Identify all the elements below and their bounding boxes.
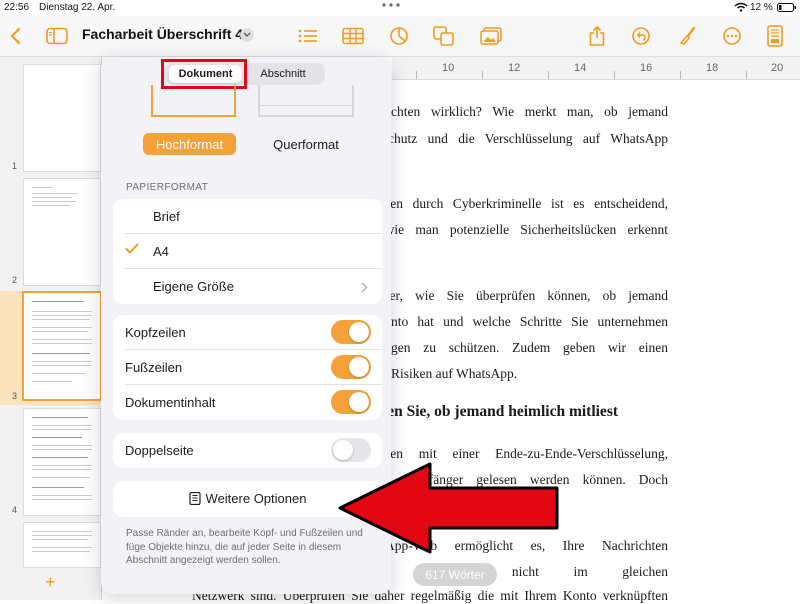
document-text-line[interactable]: enschutz und die Verschlüsselung auf Wha…: [370, 131, 668, 147]
document-icon: [188, 491, 201, 506]
paper-option-brief[interactable]: Brief: [113, 199, 382, 234]
paper-option-label: A4: [153, 244, 169, 259]
battery-icon: [777, 3, 797, 15]
ruler-tick-label: 12: [508, 62, 521, 74]
battery-percent: 12 %: [750, 2, 773, 13]
page-thumbnail[interactable]: [24, 293, 100, 399]
document-text-line[interactable]: -Konto hat und welche Schritte Sie unter…: [370, 314, 668, 330]
dokumentinhalt-switch[interactable]: [331, 390, 371, 414]
add-page-button[interactable]: +: [45, 572, 56, 593]
toggle-row-dokumentinhalt: Dokumentinhalt: [113, 385, 382, 420]
doppelseite-switch[interactable]: [331, 438, 371, 462]
portrait-button[interactable]: Hochformat: [143, 133, 236, 155]
header-footer-toggles: Kopfzeilen Fußzeilen Dokumentinhalt: [113, 315, 382, 420]
media-icon[interactable]: [477, 22, 505, 50]
page-number: 4: [12, 505, 18, 515]
page-thumbnails-sidebar: 1 2 3 4 +: [0, 57, 102, 600]
undo-icon[interactable]: [627, 22, 655, 50]
toggle-label: Doppelseite: [125, 443, 194, 458]
shapes-icon[interactable]: [430, 22, 458, 50]
status-time: 22:56: [4, 2, 30, 13]
chevron-right-icon: [361, 281, 368, 296]
landscape-preview[interactable]: [258, 85, 354, 117]
toggle-row-kopfzeilen: Kopfzeilen: [113, 315, 382, 350]
ruler-tick-label: 18: [706, 62, 719, 74]
document-text-line[interactable]: chrichten wirklich? Wie merkt man, ob je…: [370, 104, 668, 120]
ruler: 10 12 14 16 18 20: [392, 57, 800, 80]
share-icon[interactable]: [583, 22, 611, 50]
word-count-badge[interactable]: 617 Wörter: [413, 563, 497, 586]
document-text-line[interactable]: daher, wie Sie überprüfen können, ob jem…: [370, 288, 668, 304]
document-heading[interactable]: nnen Sie, ob jemand heimlich mitliest: [370, 403, 668, 421]
kopfzeilen-switch[interactable]: [331, 320, 371, 344]
list-icon[interactable]: [294, 22, 322, 50]
more-icon[interactable]: [718, 22, 746, 50]
page-thumbnail[interactable]: [24, 523, 100, 567]
paper-format-list: Brief A4 Eigene Größe: [113, 199, 382, 304]
checkmark-icon: [125, 243, 139, 258]
toggle-label: Kopfzeilen: [125, 325, 186, 340]
document-text-line[interactable]: ltungen zu schützen. Zudem geben wir ein…: [370, 340, 668, 356]
toggle-label: Fußzeilen: [125, 360, 183, 375]
toggle-label: Dokumentinhalt: [125, 395, 216, 410]
document-setup-icon[interactable]: [761, 22, 789, 50]
sidebar-icon[interactable]: [43, 22, 71, 50]
title-chevron-icon[interactable]: [240, 28, 254, 42]
toggle-row-fusszeilen: Fußzeilen: [113, 350, 382, 385]
page-number: 2: [12, 275, 18, 285]
back-chevron-icon[interactable]: [2, 22, 30, 50]
landscape-button[interactable]: Querformat: [259, 133, 353, 155]
ruler-tick-label: 10: [442, 62, 455, 74]
paper-option-label: Eigene Größe: [153, 279, 234, 294]
page-thumbnail[interactable]: [24, 65, 100, 171]
toolbar: Facharbeit Überschrift 4: [0, 16, 800, 57]
paper-option-a4[interactable]: A4: [113, 234, 382, 269]
status-bar: 22:56 Dienstag 22. Apr. 12 %: [0, 0, 800, 16]
document-title[interactable]: Facharbeit Überschrift 4: [82, 26, 243, 42]
ruler-tick-label: 16: [640, 62, 653, 74]
document-text-line[interactable]: ungen durch Cyberkriminelle ist es entsc…: [370, 196, 668, 212]
tab-abschnitt[interactable]: Abschnitt: [244, 65, 322, 83]
paper-format-label: PAPIERFORMAT: [126, 182, 209, 193]
document-text-line[interactable]: , wie man potenzielle Sicherheitslücken …: [370, 222, 668, 238]
paintbrush-icon[interactable]: [673, 22, 701, 50]
table-icon[interactable]: [339, 22, 367, 50]
multitask-dots-icon[interactable]: [380, 0, 402, 13]
wifi-icon: [734, 2, 748, 15]
document-text-line[interactable]: ichten mit einer Ende-zu-Ende-Verschlüss…: [370, 446, 668, 462]
annotation-arrow-icon: [338, 462, 559, 554]
paper-option-label: Brief: [153, 209, 180, 224]
page-number: 1: [12, 161, 18, 171]
chart-icon[interactable]: [385, 22, 413, 50]
page-number: 3: [12, 391, 18, 401]
fusszeilen-switch[interactable]: [331, 355, 371, 379]
paper-option-custom[interactable]: Eigene Größe: [113, 269, 382, 304]
status-date: Dienstag 22. Apr.: [39, 2, 116, 13]
page-thumbnail[interactable]: [24, 179, 100, 285]
ruler-tick-label: 14: [574, 62, 587, 74]
ruler-tick-label: 20: [771, 62, 784, 74]
page-thumbnail[interactable]: [24, 409, 100, 515]
document-text-line[interactable]: ntz-Risiken auf WhatsApp.: [370, 366, 668, 382]
portrait-preview[interactable]: [151, 85, 236, 117]
